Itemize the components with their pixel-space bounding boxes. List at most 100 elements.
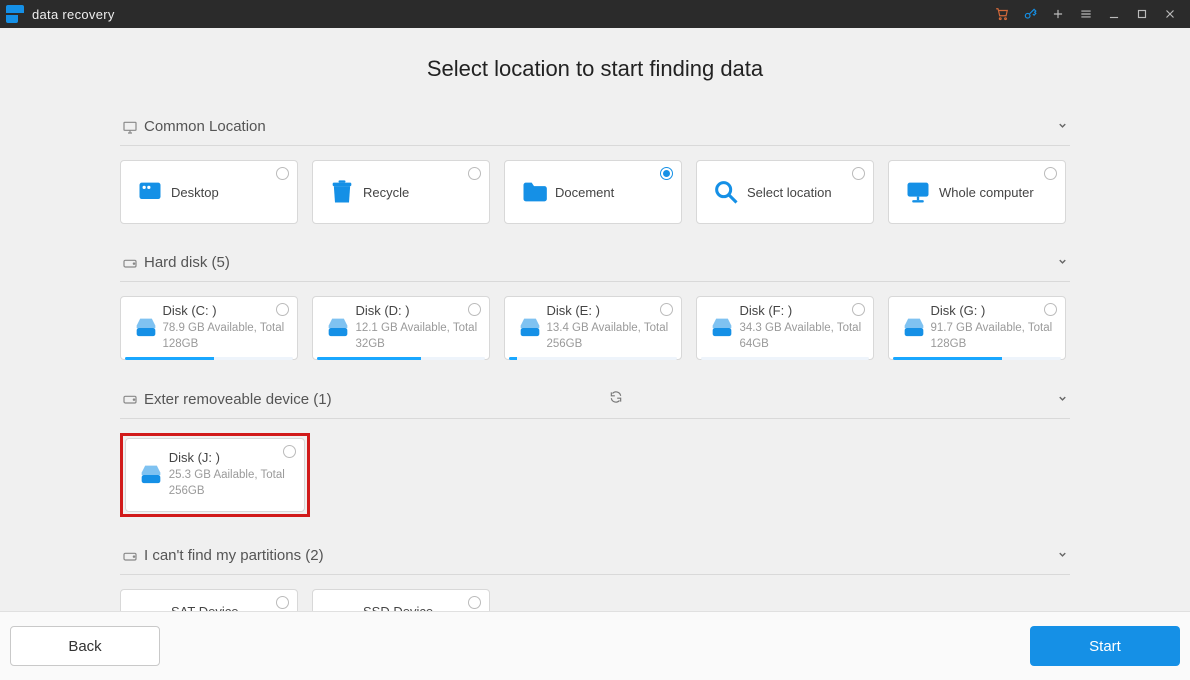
hdd-icon — [707, 314, 737, 342]
radio-unselected[interactable] — [1044, 303, 1057, 316]
usage-bar — [317, 357, 485, 360]
disk-label: Disk (E: ) — [546, 303, 671, 318]
partitions-row: SAT Device 512GB SSD Device 256GB — [120, 589, 1070, 611]
chevron-down-icon — [1057, 391, 1068, 408]
section-header-removable[interactable]: Exter removeable device (1) — [120, 382, 1070, 419]
key-icon[interactable] — [1016, 0, 1044, 28]
disk-sub: 13.4 GB Available, Total 256GB — [546, 321, 671, 352]
card-disk-g[interactable]: Disk (G: ) 91.7 GB Available, Total 128G… — [888, 296, 1066, 360]
device-label: SSD Device — [363, 604, 433, 611]
start-button[interactable]: Start — [1030, 626, 1180, 666]
hdd-icon — [131, 607, 169, 611]
card-label: Desktop — [171, 185, 219, 200]
disk-label: Disk (F: ) — [739, 303, 863, 318]
search-icon — [707, 178, 745, 206]
monitor-icon — [122, 119, 144, 135]
card-disk-d[interactable]: Disk (D: ) 12.1 GB Available, Total 32GB — [312, 296, 490, 360]
card-desktop[interactable]: Desktop — [120, 160, 298, 224]
maximize-icon[interactable] — [1128, 0, 1156, 28]
hdd-icon — [899, 314, 928, 342]
disk-label: Disk (G: ) — [930, 303, 1055, 318]
radio-unselected[interactable] — [276, 596, 289, 609]
disk-label: Disk (C: ) — [162, 303, 287, 318]
trash-icon — [323, 178, 361, 206]
drive-icon — [122, 391, 144, 407]
hard-disk-row: Disk (C: ) 78.9 GB Available, Total 128G… — [120, 296, 1070, 360]
radio-unselected[interactable] — [468, 596, 481, 609]
monitor-icon — [899, 178, 937, 206]
section-header-harddisk[interactable]: Hard disk (5) — [120, 246, 1070, 282]
card-disk-j[interactable]: Disk (J: ) 25.3 GB Aailable, Total 256GB — [125, 438, 305, 512]
desktop-icon — [131, 178, 169, 206]
section-header-common[interactable]: Common Location — [120, 110, 1070, 146]
card-select-location[interactable]: Select location — [696, 160, 874, 224]
app-logo-icon — [6, 5, 24, 23]
disk-sub: 78.9 GB Available, Total 128GB — [162, 321, 287, 352]
card-label: Docement — [555, 185, 614, 200]
radio-unselected[interactable] — [283, 445, 296, 458]
chevron-down-icon — [1057, 547, 1068, 564]
disk-sub: 34.3 GB Available, Total 64GB — [739, 321, 863, 352]
radio-unselected[interactable] — [1044, 167, 1057, 180]
card-recycle[interactable]: Recycle — [312, 160, 490, 224]
app-title: data recovery — [32, 7, 115, 22]
chevron-down-icon — [1057, 118, 1068, 135]
drive-icon — [122, 255, 144, 271]
radio-unselected[interactable] — [852, 167, 865, 180]
card-sat-device[interactable]: SAT Device 512GB — [120, 589, 298, 611]
disk-sub: 25.3 GB Aailable, Total 256GB — [169, 468, 294, 499]
page-title: Select location to start finding data — [0, 56, 1190, 82]
radio-unselected[interactable] — [276, 167, 289, 180]
cart-icon[interactable] — [988, 0, 1016, 28]
add-icon[interactable] — [1044, 0, 1072, 28]
hdd-icon — [323, 607, 361, 611]
section-label: Exter removeable device (1) — [144, 391, 601, 408]
radio-unselected[interactable] — [468, 303, 481, 316]
card-disk-f[interactable]: Disk (F: ) 34.3 GB Available, Total 64GB — [696, 296, 874, 360]
drive-icon — [122, 548, 144, 564]
titlebar: data recovery — [0, 0, 1190, 28]
section-label: Hard disk (5) — [144, 254, 1057, 271]
radio-unselected[interactable] — [276, 303, 289, 316]
radio-unselected[interactable] — [468, 167, 481, 180]
usage-bar — [125, 357, 293, 360]
usage-bar — [509, 357, 677, 360]
radio-selected[interactable] — [660, 167, 673, 180]
disk-label: Disk (J: ) — [169, 450, 294, 465]
section-label: Common Location — [144, 118, 1057, 135]
disk-label: Disk (D: ) — [355, 303, 479, 318]
menu-icon[interactable] — [1072, 0, 1100, 28]
card-disk-e[interactable]: Disk (E: ) 13.4 GB Available, Total 256G… — [504, 296, 682, 360]
card-ssd-device[interactable]: SSD Device 256GB — [312, 589, 490, 611]
card-label: Recycle — [363, 185, 409, 200]
card-label: Select location — [747, 185, 832, 200]
card-label: Whole computer — [939, 185, 1034, 200]
common-locations-row: Desktop Recycle Docement — [120, 160, 1070, 224]
hdd-icon — [323, 314, 353, 342]
minimize-icon[interactable] — [1100, 0, 1128, 28]
refresh-icon[interactable] — [601, 390, 1058, 408]
hdd-icon — [131, 314, 160, 342]
device-label: SAT Device — [171, 604, 238, 611]
main-content: Select location to start finding data Co… — [0, 28, 1190, 611]
hdd-icon — [136, 461, 167, 489]
highlight-box: Disk (J: ) 25.3 GB Aailable, Total 256GB — [120, 433, 310, 517]
usage-bar — [701, 357, 869, 360]
card-document[interactable]: Docement — [504, 160, 682, 224]
chevron-down-icon — [1057, 254, 1068, 271]
disk-sub: 12.1 GB Available, Total 32GB — [355, 321, 479, 352]
footer: Back Start — [0, 611, 1190, 680]
radio-unselected[interactable] — [852, 303, 865, 316]
hdd-icon — [515, 314, 544, 342]
usage-bar — [893, 357, 1061, 360]
close-icon[interactable] — [1156, 0, 1184, 28]
section-label: I can't find my partitions (2) — [144, 547, 1057, 564]
card-disk-c[interactable]: Disk (C: ) 78.9 GB Available, Total 128G… — [120, 296, 298, 360]
section-header-partitions[interactable]: I can't find my partitions (2) — [120, 539, 1070, 575]
disk-sub: 91.7 GB Available, Total 128GB — [930, 321, 1055, 352]
folder-icon — [515, 178, 553, 206]
removable-row: Disk (J: ) 25.3 GB Aailable, Total 256GB — [120, 433, 1070, 517]
radio-unselected[interactable] — [660, 303, 673, 316]
back-button[interactable]: Back — [10, 626, 160, 666]
card-whole-computer[interactable]: Whole computer — [888, 160, 1066, 224]
